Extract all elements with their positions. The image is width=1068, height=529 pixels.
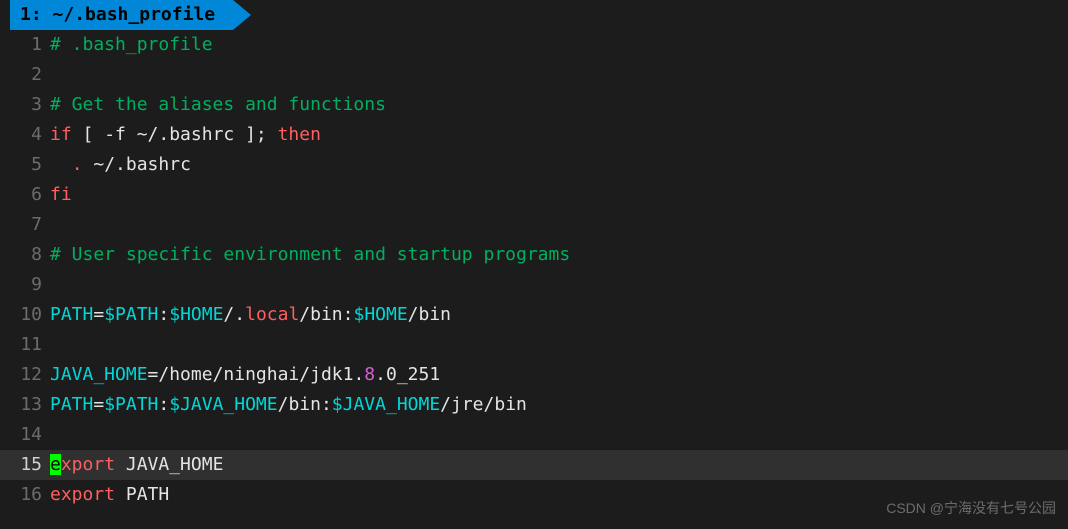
cursor: e	[50, 454, 61, 475]
code-line[interactable]: 3# Get the aliases and functions	[0, 90, 1068, 120]
code-content: # Get the aliases and functions	[50, 90, 1068, 120]
code-line[interactable]: 12JAVA_HOME=/home/ninghai/jdk1.8.0_251	[0, 360, 1068, 390]
line-number: 10	[0, 300, 50, 330]
code-content: . ~/.bashrc	[50, 150, 1068, 180]
code-content: JAVA_HOME=/home/ninghai/jdk1.8.0_251	[50, 360, 1068, 390]
code-content: # User specific environment and startup …	[50, 240, 1068, 270]
line-number: 16	[0, 480, 50, 510]
code-line[interactable]: 5 . ~/.bashrc	[0, 150, 1068, 180]
code-content: # .bash_profile	[50, 30, 1068, 60]
line-number: 1	[0, 30, 50, 60]
line-number: 8	[0, 240, 50, 270]
code-content: if [ -f ~/.bashrc ]; then	[50, 120, 1068, 150]
code-line[interactable]: 11	[0, 330, 1068, 360]
code-line[interactable]: 4if [ -f ~/.bashrc ]; then	[0, 120, 1068, 150]
code-content: PATH=$PATH:$JAVA_HOME/bin:$JAVA_HOME/jre…	[50, 390, 1068, 420]
line-number: 11	[0, 330, 50, 360]
line-number: 2	[0, 60, 50, 90]
editor-area[interactable]: 1# .bash_profile23# Get the aliases and …	[0, 30, 1068, 510]
code-line[interactable]: 2	[0, 60, 1068, 90]
line-number: 9	[0, 270, 50, 300]
code-line[interactable]: 10PATH=$PATH:$HOME/.local/bin:$HOME/bin	[0, 300, 1068, 330]
line-number: 6	[0, 180, 50, 210]
line-number: 7	[0, 210, 50, 240]
code-line[interactable]: 14	[0, 420, 1068, 450]
tab-active[interactable]: 1: ~/.bash_profile	[10, 0, 233, 30]
line-number: 12	[0, 360, 50, 390]
line-number: 15	[0, 450, 50, 480]
code-content: PATH=$PATH:$HOME/.local/bin:$HOME/bin	[50, 300, 1068, 330]
tab-bar: 1: ~/.bash_profile	[0, 0, 1068, 30]
code-content: fi	[50, 180, 1068, 210]
code-line[interactable]: 6fi	[0, 180, 1068, 210]
tab-index: 1	[20, 4, 31, 25]
code-content: export JAVA_HOME	[50, 450, 1068, 480]
code-content: export PATH	[50, 480, 1068, 510]
code-line[interactable]: 7	[0, 210, 1068, 240]
code-line[interactable]: 9	[0, 270, 1068, 300]
line-number: 13	[0, 390, 50, 420]
line-number: 14	[0, 420, 50, 450]
line-number: 3	[0, 90, 50, 120]
code-line[interactable]: 8# User specific environment and startup…	[0, 240, 1068, 270]
code-line[interactable]: 16export PATH	[0, 480, 1068, 510]
line-number: 4	[0, 120, 50, 150]
code-line[interactable]: 13PATH=$PATH:$JAVA_HOME/bin:$JAVA_HOME/j…	[0, 390, 1068, 420]
code-line[interactable]: 15export JAVA_HOME	[0, 450, 1068, 480]
tab-title: ~/.bash_profile	[53, 4, 216, 25]
line-number: 5	[0, 150, 50, 180]
code-line[interactable]: 1# .bash_profile	[0, 30, 1068, 60]
